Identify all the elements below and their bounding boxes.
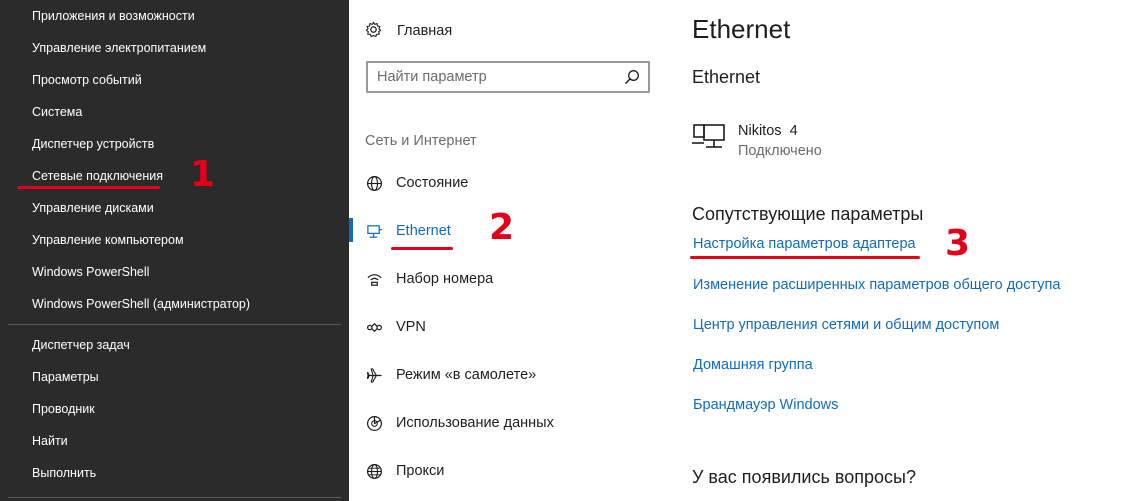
device-name: Nikitos 4	[738, 123, 798, 139]
gear-icon	[365, 21, 397, 42]
winx-item-apps[interactable]: Приложения и возможности	[32, 8, 195, 24]
winx-separator	[8, 497, 341, 498]
proxy-globe-icon	[365, 462, 383, 480]
questions-title: У вас появились вопросы?	[692, 467, 916, 487]
settings-content: Ethernet Ethernet Nikitos 4 Подключено С…	[670, 0, 1129, 501]
winx-item-powershell[interactable]: Windows PowerShell	[32, 264, 149, 280]
winx-item-run[interactable]: Выполнить	[32, 465, 96, 481]
settings-sidebar: Главная Сеть и Интернет Состояние Ethern…	[349, 0, 670, 501]
network-computer-icon	[692, 121, 728, 155]
link-network-center[interactable]: Центр управления сетями и общим доступом	[693, 317, 999, 333]
section-title: Ethernet	[692, 67, 761, 87]
winx-item-computer-management[interactable]: Управление компьютером	[32, 232, 184, 248]
winx-item-explorer[interactable]: Проводник	[32, 401, 95, 417]
nav-item-status[interactable]: Состояние	[365, 172, 468, 194]
nav-item-label: Использование данных	[396, 415, 554, 431]
winx-item-powershell-admin[interactable]: Windows PowerShell (администратор)	[32, 296, 250, 312]
search-input[interactable]	[377, 68, 617, 86]
airplane-icon	[365, 366, 383, 384]
nav-active-indicator	[349, 218, 353, 242]
dialup-icon	[365, 270, 383, 288]
related-settings-title: Сопутствующие параметры	[692, 204, 924, 224]
nav-item-data-usage[interactable]: Использование данных	[365, 412, 554, 434]
nav-item-label: Состояние	[396, 175, 469, 191]
nav-item-label: Прокси	[396, 463, 445, 479]
link-advanced-sharing[interactable]: Изменение расширенных параметров общего …	[693, 277, 1060, 293]
winx-item-network-connections[interactable]: Сетевые подключения	[32, 168, 163, 184]
nav-item-ethernet[interactable]: Ethernet	[365, 220, 451, 242]
nav-home[interactable]: Главная	[365, 20, 452, 42]
annotation-number-2: 2	[489, 207, 515, 248]
page-title: Ethernet	[692, 14, 791, 44]
winx-item-settings[interactable]: Параметры	[32, 369, 99, 385]
nav-item-proxy[interactable]: Прокси	[365, 460, 444, 482]
winx-item-disk-management[interactable]: Управление дисками	[32, 200, 154, 216]
search-icon[interactable]	[624, 69, 640, 90]
vpn-icon	[365, 318, 383, 336]
nav-section-title: Сеть и Интернет	[365, 133, 477, 149]
nav-item-dialup[interactable]: Набор номера	[365, 268, 493, 290]
winx-item-event-viewer[interactable]: Просмотр событий	[32, 72, 142, 88]
winx-item-power[interactable]: Управление электропитанием	[32, 40, 206, 56]
data-usage-icon	[365, 414, 383, 432]
nav-home-label: Главная	[397, 23, 453, 39]
network-device[interactable]: Nikitos 4 Подключено	[692, 121, 822, 161]
nav-item-vpn[interactable]: VPN	[365, 316, 426, 338]
nav-item-label: Режим «в самолете»	[396, 367, 537, 383]
search-box[interactable]	[366, 61, 650, 93]
nav-item-airplane[interactable]: Режим «в самолете»	[365, 364, 536, 386]
winx-item-task-manager[interactable]: Диспетчер задач	[32, 337, 130, 353]
annotation-number-3: 3	[945, 223, 971, 264]
annotation-underline-2	[391, 247, 453, 250]
winx-item-system[interactable]: Система	[32, 104, 82, 120]
annotation-underline-3	[690, 256, 920, 259]
winx-menu: Приложения и возможности Управление элек…	[0, 0, 349, 501]
link-firewall[interactable]: Брандмауэр Windows	[693, 397, 838, 413]
link-homegroup[interactable]: Домашняя группа	[693, 357, 813, 373]
annotation-number-1: 1	[190, 154, 216, 195]
nav-item-label: Ethernet	[396, 223, 451, 239]
nav-item-label: Набор номера	[396, 271, 494, 287]
device-status: Подключено	[738, 143, 822, 159]
winx-item-device-manager[interactable]: Диспетчер устройств	[32, 136, 154, 152]
winx-separator	[8, 324, 341, 325]
link-adapter-settings[interactable]: Настройка параметров адаптера	[693, 236, 916, 252]
nav-item-label: VPN	[396, 319, 426, 335]
annotation-underline-1	[17, 186, 160, 189]
ethernet-icon	[365, 222, 383, 240]
globe-icon	[365, 174, 383, 192]
winx-item-search[interactable]: Найти	[32, 433, 68, 449]
